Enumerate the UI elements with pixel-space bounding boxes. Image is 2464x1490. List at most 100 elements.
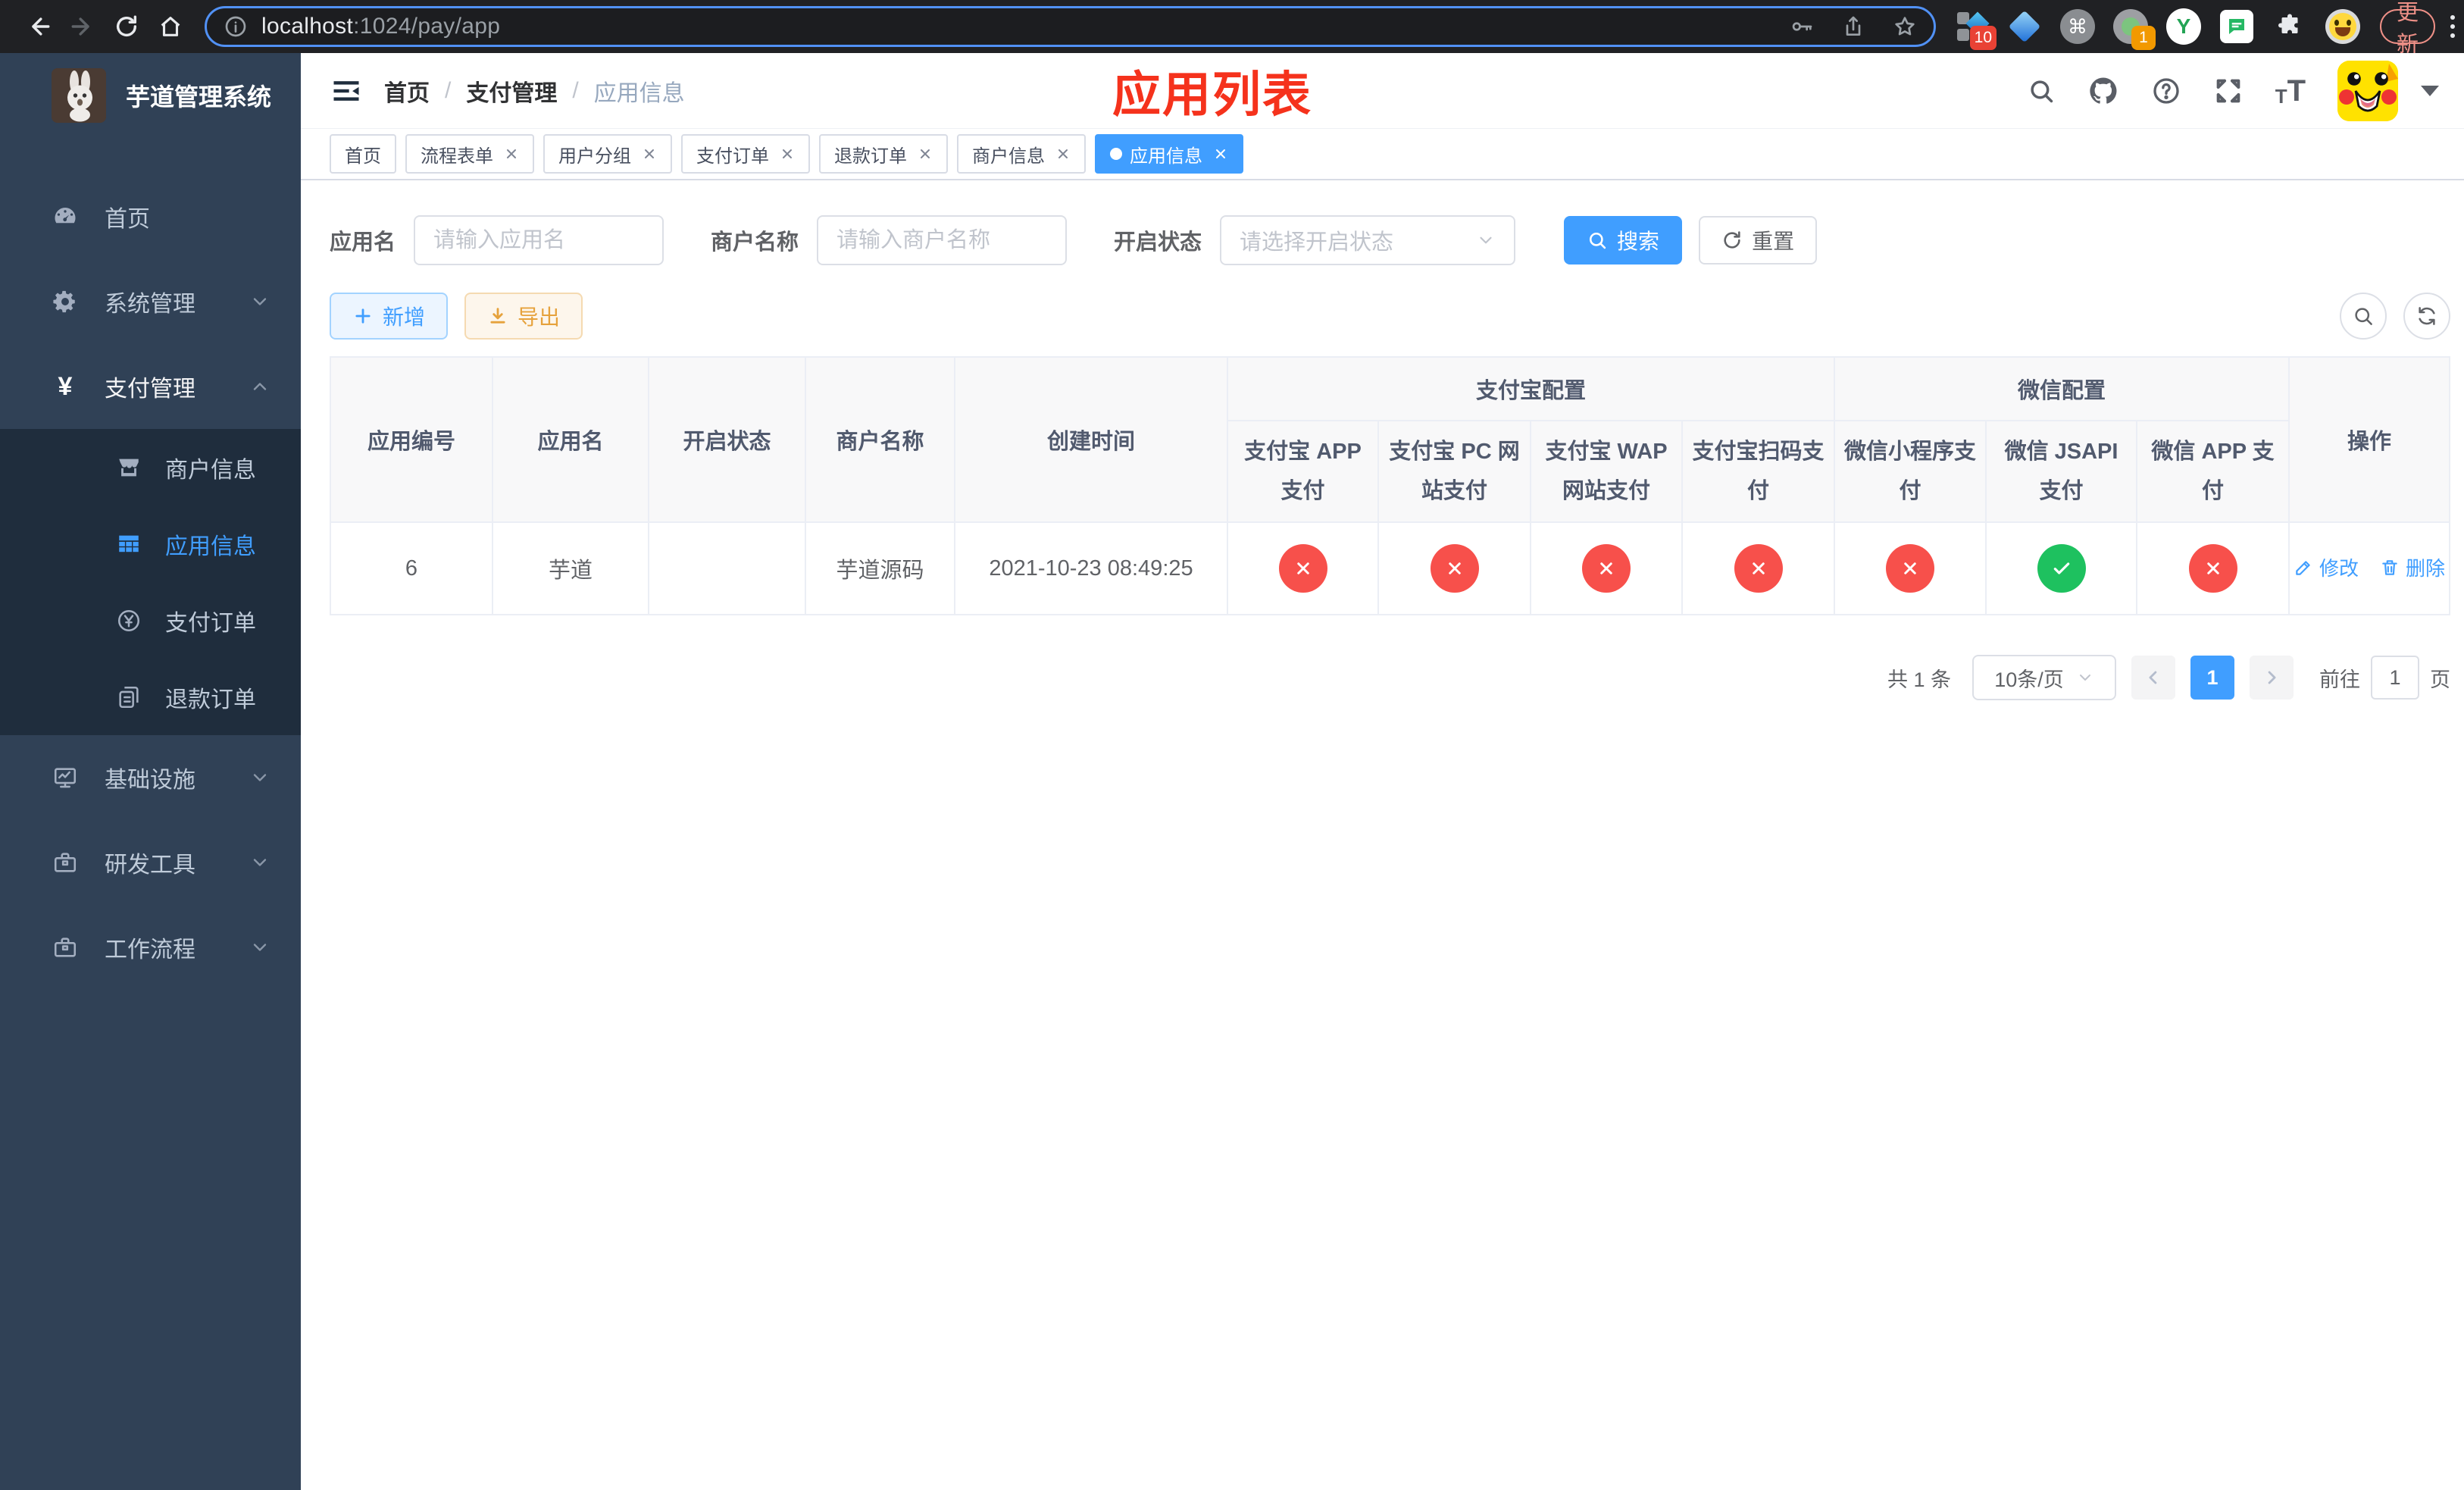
browser-menu-icon[interactable] — [2450, 15, 2456, 38]
tab-home[interactable]: 首页 — [330, 134, 396, 174]
export-button[interactable]: 导出 — [464, 293, 583, 340]
extension-y-icon[interactable]: Y — [2166, 8, 2201, 45]
close-icon[interactable] — [1055, 146, 1071, 161]
toolbox-icon — [52, 934, 79, 961]
tab-refund-order[interactable]: 退款订单 — [819, 134, 948, 174]
sidebar-item-label: 支付管理 — [105, 377, 195, 402]
tab-app-info[interactable]: 应用信息 — [1095, 134, 1243, 174]
prev-page-button[interactable] — [2131, 656, 2176, 700]
help-icon[interactable] — [2151, 76, 2181, 106]
breadcrumb-home[interactable]: 首页 — [384, 74, 430, 108]
col-app-id: 应用编号 — [330, 356, 493, 523]
bookmark-star-icon[interactable] — [1893, 14, 1917, 39]
extension-blocks-icon[interactable]: 10 — [1954, 9, 1997, 50]
tab-process-form[interactable]: 流程表单 — [405, 134, 534, 174]
add-button[interactable]: 新增 — [330, 293, 449, 340]
cell-wechat-lite — [1834, 521, 1987, 615]
back-icon — [32, 17, 50, 36]
browser-home-button[interactable] — [149, 5, 192, 49]
font-size-icon[interactable]: TT — [2275, 76, 2306, 106]
sidebar-item-app-info[interactable]: 应用信息 — [0, 506, 301, 582]
user-avatar[interactable] — [2337, 60, 2399, 121]
tab-pay-order[interactable]: 支付订单 — [681, 134, 810, 174]
fullscreen-icon[interactable] — [2213, 76, 2244, 106]
sidebar-item-label: 工作流程 — [105, 938, 195, 963]
extension-command-icon[interactable]: ⌘ — [2060, 9, 2095, 44]
store-icon — [115, 454, 142, 481]
sidebar-logo[interactable]: 芋道管理系统 — [0, 53, 301, 138]
page-size-select[interactable]: 10条/页 — [1972, 655, 2117, 700]
search-button[interactable]: 搜索 — [1564, 216, 1683, 265]
sidebar-item-refund-order[interactable]: 退款订单 — [0, 659, 301, 735]
col-created-at: 创建时间 — [954, 356, 1228, 523]
sidebar-item-label: 首页 — [105, 207, 150, 232]
extension-gem-icon[interactable] — [2007, 9, 2042, 44]
status-select[interactable]: 请选择开启状态 — [1220, 215, 1516, 265]
col-alipay-wap: 支付宝 WAP 网站支付 — [1530, 420, 1683, 523]
browser-profile-avatar[interactable] — [2325, 9, 2360, 44]
col-merchant: 商户名称 — [805, 356, 955, 523]
trash-icon — [2382, 560, 2397, 575]
search-icon — [2355, 308, 2372, 325]
sidebar-collapse-button[interactable] — [322, 67, 371, 115]
tab-user-group[interactable]: 用户分组 — [543, 134, 672, 174]
merchant-name-input[interactable] — [817, 215, 1068, 265]
browser-reload-button[interactable] — [105, 5, 149, 49]
toggle-search-button[interactable] — [2340, 293, 2387, 340]
sidebar-item-dev-tools[interactable]: 研发工具 — [0, 820, 301, 905]
extension-chat-icon[interactable] — [2219, 9, 2254, 44]
sidebar-item-label: 系统管理 — [105, 292, 195, 317]
status-x-icon — [1278, 544, 1327, 593]
extensions-puzzle-icon[interactable] — [2272, 9, 2307, 44]
col-actions: 操作 — [2288, 356, 2451, 523]
reset-button[interactable]: 重置 — [1699, 216, 1818, 265]
sidebar-item-infrastructure[interactable]: 基础设施 — [0, 735, 301, 820]
sidebar-item-pay-order[interactable]: 支付订单 — [0, 582, 301, 659]
app-name-label: 应用名 — [330, 230, 396, 255]
group-wechat-config: 微信配置 — [1834, 356, 2290, 421]
close-icon[interactable] — [504, 146, 519, 161]
url-text: localhost:1024/pay/app — [261, 14, 500, 39]
edit-link[interactable]: 修改 — [2294, 553, 2359, 581]
browser-forward-button[interactable] — [61, 5, 105, 49]
password-key-icon[interactable] — [1790, 14, 1814, 39]
breadcrumb-separator: / — [572, 77, 579, 103]
reload-icon — [116, 15, 137, 36]
refresh-table-button[interactable] — [2403, 293, 2451, 340]
close-icon[interactable] — [642, 146, 657, 161]
share-icon[interactable] — [1841, 14, 1865, 39]
col-alipay-pc: 支付宝 PC 网站支付 — [1377, 420, 1531, 523]
delete-link[interactable]: 删除 — [2380, 553, 2445, 581]
address-bar[interactable]: localhost:1024/pay/app — [205, 6, 1936, 47]
close-icon[interactable] — [780, 146, 795, 161]
chevron-down-icon — [249, 291, 270, 312]
goto-page-input[interactable] — [2371, 656, 2420, 700]
sidebar-item-home[interactable]: 首页 — [0, 174, 301, 259]
status-x-icon — [1886, 544, 1935, 593]
close-icon[interactable] — [1213, 146, 1228, 161]
group-alipay-config: 支付宝配置 — [1226, 356, 1836, 421]
sidebar-item-workflow[interactable]: 工作流程 — [0, 905, 301, 990]
site-info-icon[interactable] — [224, 14, 248, 39]
status-x-icon — [1582, 544, 1631, 593]
avatar-caret-icon[interactable] — [2421, 85, 2440, 96]
logo-rabbit-image — [52, 68, 106, 123]
tab-merchant-info[interactable]: 商户信息 — [957, 134, 1086, 174]
github-icon[interactable] — [2087, 75, 2119, 107]
breadcrumb-payment[interactable]: 支付管理 — [466, 74, 557, 108]
sidebar-item-payment[interactable]: ¥ 支付管理 — [0, 344, 301, 429]
col-alipay-app: 支付宝 APP 支付 — [1227, 420, 1379, 523]
extension-recorder-icon[interactable]: 1 — [2113, 9, 2156, 50]
sidebar-item-system[interactable]: 系统管理 — [0, 259, 301, 344]
yen-circle-icon — [115, 607, 142, 634]
close-icon[interactable] — [918, 146, 933, 161]
browser-back-button[interactable] — [17, 5, 61, 49]
col-status: 开启状态 — [648, 356, 806, 523]
next-page-button[interactable] — [2250, 656, 2294, 700]
search-icon[interactable] — [2027, 77, 2056, 105]
sidebar-item-merchant-info[interactable]: 商户信息 — [0, 429, 301, 506]
app-name-input[interactable] — [414, 215, 664, 265]
top-navbar: 首页 / 支付管理 / 应用信息 应用列表 T T — [301, 53, 2464, 129]
browser-update-button[interactable]: 更新 — [2380, 1, 2436, 57]
page-number-1[interactable]: 1 — [2190, 656, 2235, 700]
